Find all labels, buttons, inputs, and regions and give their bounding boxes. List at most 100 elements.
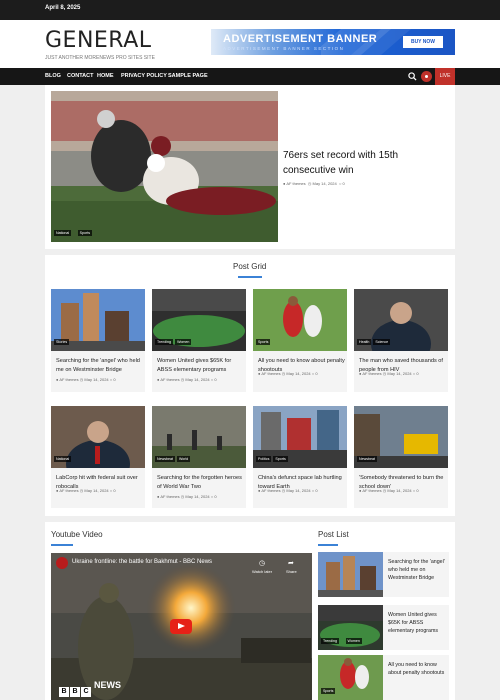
tag-label[interactable]: Newsbeat [155, 456, 175, 462]
tag-label[interactable]: Newsbeat [357, 456, 377, 462]
post-list-title-link[interactable]: Women United gives $65K for ABSS element… [388, 611, 448, 635]
nav-item-sample-page[interactable]: SAMPLE PAGE [168, 73, 208, 79]
tag-label[interactable]: National [54, 230, 72, 236]
tag-label[interactable]: Trending [321, 638, 340, 644]
author-name[interactable]: AF themes [59, 377, 78, 382]
post-list-title-link[interactable]: All you need to know about penalty shoot… [388, 661, 448, 677]
author-name[interactable]: AF themes [261, 488, 280, 493]
post-meta: ● AF themes ◷ May 14, 2024 ○ 0 [359, 488, 419, 493]
search-icon[interactable] [408, 72, 417, 81]
comment-icon: ○ [210, 377, 214, 382]
post-list-item[interactable]: Searching for the 'angel' who held me on… [318, 552, 449, 597]
site-logo[interactable]: GENERAL [45, 28, 152, 53]
watch-later-label[interactable]: Watch later [252, 569, 272, 574]
post-grid-thumbnail[interactable]: Trending Women [152, 289, 246, 351]
comment-count[interactable]: 0 [315, 371, 317, 376]
author-name[interactable]: AF themes [362, 488, 381, 493]
comment-count[interactable]: 0 [343, 181, 345, 186]
comment-count[interactable]: 0 [113, 488, 115, 493]
youtube-video-player[interactable]: Ukraine frontline: the battle for Bakhmu… [51, 553, 312, 700]
share-label[interactable]: Share [286, 569, 297, 574]
ad-title: ADVERTISEMENT BANNER [223, 33, 378, 45]
comment-icon: ○ [412, 488, 416, 493]
advertisement-banner[interactable]: ADVERTISEMENT BANNER ADVERTISEMENT BANNE… [211, 29, 455, 55]
post-grid-card[interactable]: 'Somebody threatened to burn the school … [354, 468, 448, 508]
tag-label[interactable]: Sports [77, 230, 93, 236]
post-list-item[interactable]: Trending Women Women United gives $65K f… [318, 605, 449, 650]
comment-count[interactable]: 0 [315, 488, 317, 493]
clock-icon[interactable]: ◷ [259, 559, 265, 567]
share-icon[interactable]: ➦ [288, 559, 294, 567]
tag-label[interactable]: Women [175, 339, 192, 345]
author-name[interactable]: AF themes [59, 488, 78, 493]
post-grid-thumbnail[interactable]: Health Science [354, 289, 448, 351]
tag-label[interactable]: Sports [256, 339, 271, 345]
post-grid-thumbnail[interactable]: National [51, 406, 145, 468]
post-grid-thumbnail[interactable]: Newsbeat World [152, 406, 246, 468]
post-grid-thumbnail[interactable]: Politics Sports [253, 406, 347, 468]
tag-label[interactable]: Health [357, 339, 372, 345]
post-grid-title-link[interactable]: Women United gives $65K for ABSS element… [157, 357, 245, 374]
tag-label[interactable]: Science [373, 339, 391, 345]
author-name[interactable]: AF themes [160, 377, 179, 382]
tag-label[interactable]: Trending [155, 339, 174, 345]
tag-label[interactable]: Politics [256, 456, 272, 462]
featured-image[interactable]: National Sports [51, 91, 278, 242]
comment-count[interactable]: 0 [214, 377, 216, 382]
comment-count[interactable]: 0 [214, 494, 216, 499]
tag-label[interactable]: Sports [321, 688, 336, 694]
comment-count[interactable]: 0 [416, 371, 418, 376]
post-grid-tags: Stories [54, 330, 71, 348]
post-grid-thumbnail[interactable]: Newsbeat [354, 406, 448, 468]
site-tagline: Just another morenews pro sites site [45, 55, 155, 61]
post-grid-card[interactable]: All you need to know about penalty shoot… [253, 351, 347, 392]
nav-item-privacy-policy[interactable]: PRIVACY POLICY [121, 73, 167, 79]
author-name[interactable]: AF themes [286, 181, 305, 186]
clock-icon: ◷ [281, 371, 286, 376]
post-grid-card[interactable]: Women United gives $65K for ABSS element… [152, 351, 246, 392]
post-list-title: Post List [318, 530, 349, 539]
post-list-thumbnail[interactable]: Trending Women [318, 605, 383, 650]
nav-item-blog[interactable]: BLOG [45, 73, 61, 79]
tag-label[interactable]: Women [345, 638, 362, 644]
video-title[interactable]: Ukraine frontline: the battle for Bakhmu… [72, 559, 212, 565]
featured-title[interactable]: 76ers set record with 15th consecutive w… [283, 148, 443, 178]
post-grid-title: Post Grid [233, 262, 267, 271]
post-list-title-link[interactable]: Searching for the 'angel' who held me on… [388, 558, 448, 582]
live-button[interactable]: LIVE [435, 68, 455, 85]
post-grid-title-link[interactable]: Searching for the 'angel' who held me on… [56, 357, 144, 374]
buy-now-button[interactable]: BUY NOW [403, 36, 443, 48]
post-grid-card[interactable]: Searching for the 'angel' who held me on… [51, 351, 145, 392]
author-name[interactable]: AF themes [362, 371, 381, 376]
post-list-item[interactable]: Sports All you need to know about penalt… [318, 655, 449, 700]
comment-count[interactable]: 0 [113, 377, 115, 382]
post-grid-card[interactable]: Searching for the forgotten heroes of Wo… [152, 468, 246, 508]
comment-count[interactable]: 0 [416, 488, 418, 493]
tag-label[interactable]: National [54, 456, 72, 462]
post-grid-card[interactable]: China's defunct space lab hurtling towar… [253, 468, 347, 508]
post-grid-thumbnail[interactable]: Stories [51, 289, 145, 351]
post-grid-card[interactable]: LabCorp hit with federal suit over roboc… [51, 468, 145, 508]
post-list-thumbnail[interactable]: Sports [318, 655, 383, 700]
comment-icon: ○ [210, 494, 214, 499]
post-grid-title-link[interactable]: Searching for the forgotten heroes of Wo… [157, 474, 245, 491]
featured-tags: National Sports [54, 221, 94, 239]
comment-icon: ○ [339, 181, 342, 186]
nav-item-home[interactable]: HOME [97, 73, 114, 79]
post-meta: ● AF themes ◷ May 14, 2024 ○ 0 [56, 488, 116, 493]
post-meta: ● AF themes ◷ May 14, 2024 ○ 0 [56, 377, 116, 382]
tag-label[interactable]: World [176, 456, 191, 462]
author-name[interactable]: AF themes [261, 371, 280, 376]
author-name[interactable]: AF themes [160, 494, 179, 499]
clock-icon: ◷ [79, 488, 84, 493]
nav-item-contact[interactable]: CONTACT [67, 73, 93, 79]
play-button[interactable] [170, 619, 192, 634]
tag-label[interactable]: Sports [273, 456, 288, 462]
post-grid-tags: Politics Sports [256, 447, 290, 465]
channel-avatar[interactable] [56, 557, 68, 569]
post-list-thumbnail[interactable] [318, 552, 383, 597]
post-grid-thumbnail[interactable]: Sports [253, 289, 347, 351]
live-pulse-icon[interactable] [421, 71, 432, 82]
post-grid-card[interactable]: The man who saved thousands of people fr… [354, 351, 448, 392]
tag-label[interactable]: Stories [54, 339, 70, 345]
